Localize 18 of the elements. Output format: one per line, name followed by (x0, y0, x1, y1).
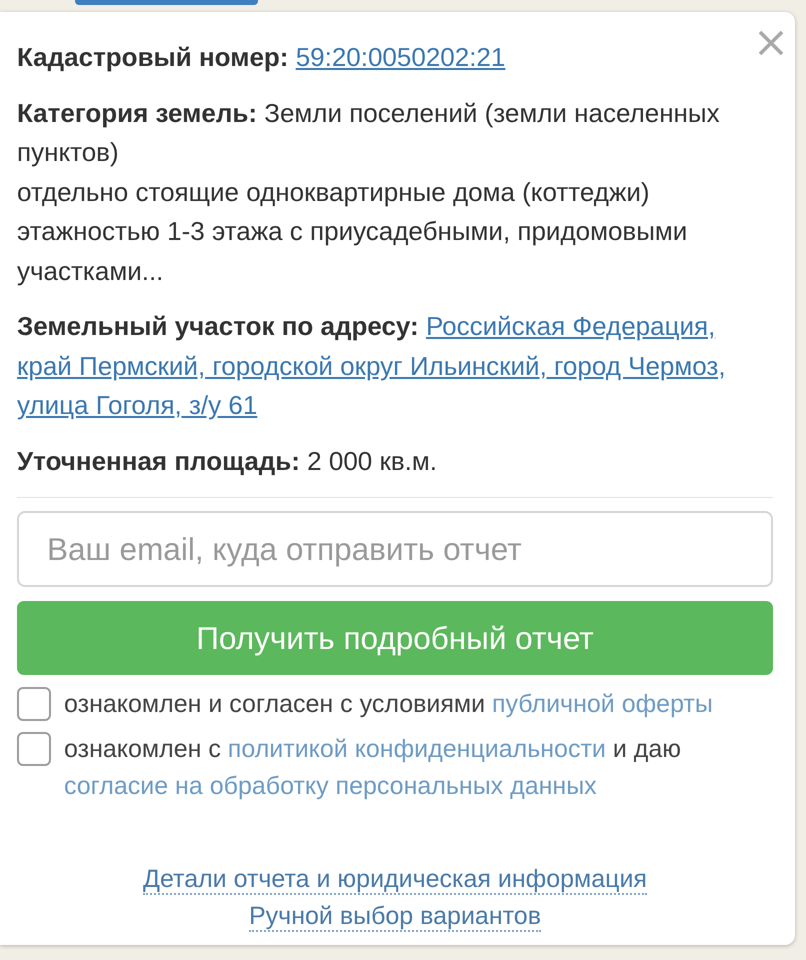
checkbox[interactable] (17, 687, 51, 721)
consent-link[interactable]: согласие на обработку персональных данных (64, 772, 597, 800)
consent-link[interactable]: политикой конфиденциальности (228, 735, 606, 763)
field-note: отдельно стоящие одноквартирные дома (коттеджи) этажностью 1-3 этажа с приусадебными, придомовыми участками... (17, 176, 688, 288)
field-text: Категория земель: Земли поселений (земли населенных пунктов) (17, 96, 721, 169)
submit-button[interactable]: Получить подробный отчет (17, 601, 773, 675)
footer-link[interactable]: Ручной выбор вариантов (249, 902, 541, 932)
footer-link[interactable]: Детали отчета и юридическая информация (143, 865, 647, 895)
address-text: Земельный участок по адресу: Российская Федерация, край Пермский, городской округ Ильинский, город Чермоз, улица Гоголя, з/у 61 (17, 310, 727, 422)
field-label: Кадастровый номер: (17, 42, 288, 72)
close-icon[interactable] (758, 30, 784, 56)
consent-link[interactable]: публичной оферты (492, 690, 713, 718)
consent-text: ознакомлен и согласен с условиями публичной оферты (64, 689, 713, 720)
field-text: Уточненная площадь: 2 000 кв.м. (17, 444, 438, 478)
checkbox[interactable] (17, 732, 51, 766)
consent-text: ознакомлен с политикой конфиденциальности и даю согласие на обработку персональных данных (64, 734, 682, 802)
value-link[interactable]: 59:20:0050202:21 (296, 42, 506, 72)
email-field[interactable]: Ваш email, куда отправить отчет (17, 511, 773, 587)
